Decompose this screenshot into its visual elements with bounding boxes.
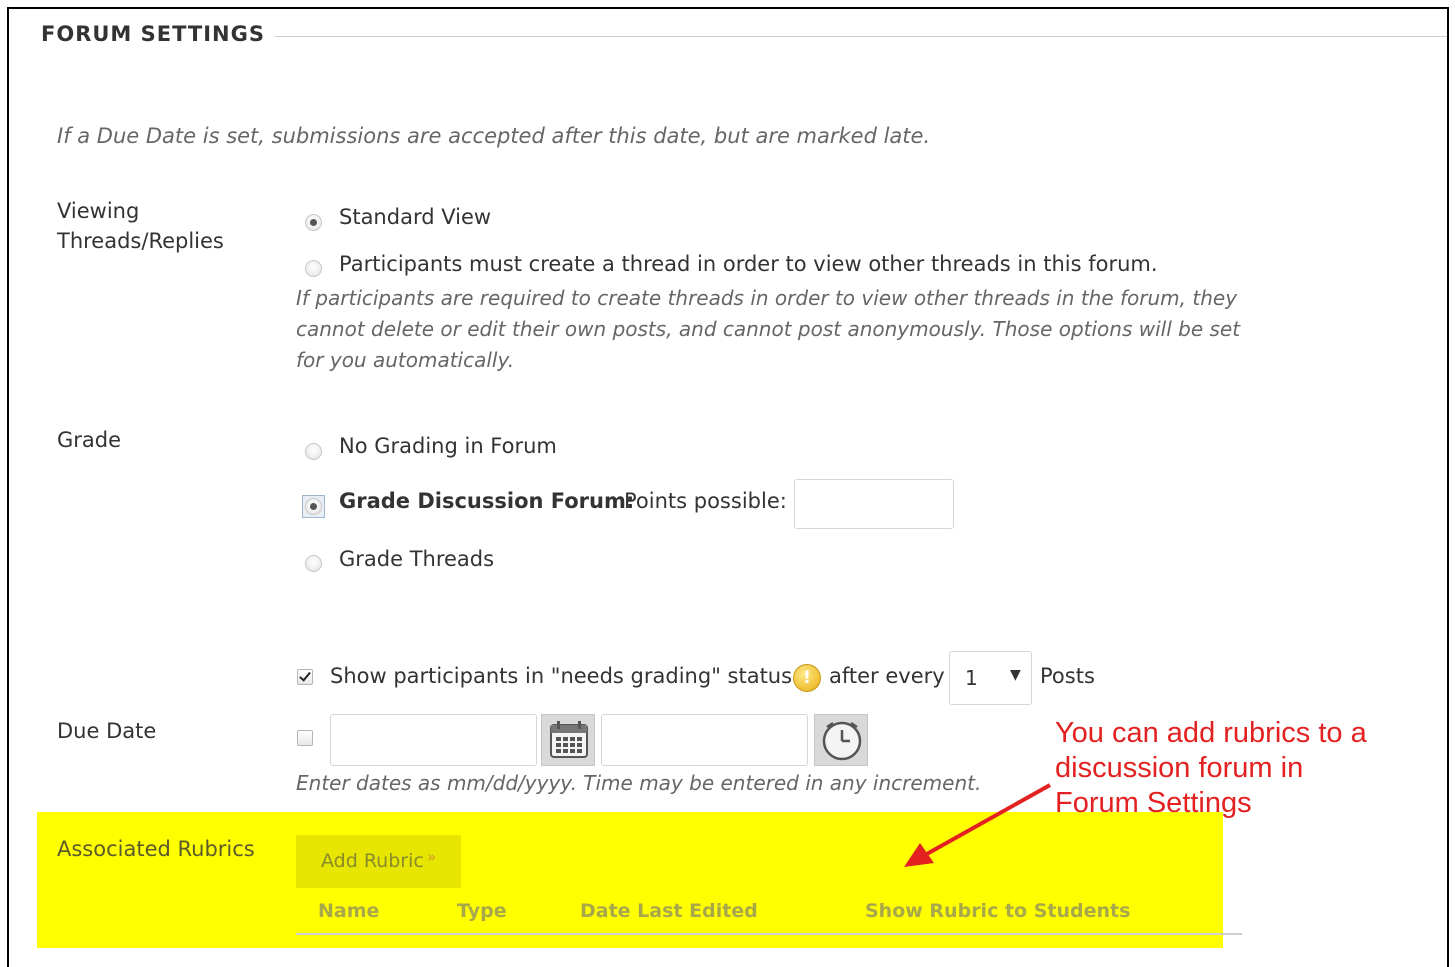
viewing-label-line2: Threads/Replies [57,229,224,253]
column-header-date-last-edited[interactable]: Date Last Edited [580,900,758,922]
section-divider [275,36,1447,37]
dropdown-arrow-icon: ▼ [1010,667,1021,683]
radio-grade-forum[interactable] [305,498,322,515]
annotation-line2: discussion forum in [1055,752,1304,784]
annotation-line3: Forum Settings [1055,787,1252,819]
needs-grading-text: Show participants in "needs grading" sta… [330,664,793,688]
section-title: FORUM SETTINGS [41,22,265,46]
column-header-show-rubric[interactable]: Show Rubric to Students [865,900,1130,922]
chevron-down-icon: » [427,848,437,866]
due-date-note: If a Due Date is set, submissions are ac… [57,124,931,148]
annotation-line1: You can add rubrics to a [1055,717,1367,749]
option-standard-view-label[interactable]: Standard View [339,205,491,229]
option-must-create-thread-label[interactable]: Participants must create a thread in ord… [339,252,1158,276]
clock-button[interactable] [814,714,868,766]
posts-count-select[interactable]: 1 ▼ [949,651,1032,705]
radio-must-create-thread[interactable] [305,260,322,277]
rubrics-table-rule [296,933,1242,935]
points-possible-label: Points possible: [624,489,787,513]
radio-grade-forum-focus[interactable] [302,495,325,518]
viewing-label-line1: Viewing [57,199,140,223]
due-date-checkbox[interactable] [297,730,313,746]
option-no-grading-label[interactable]: No Grading in Forum [339,434,557,458]
viewing-label: Viewing Threads/Replies [57,196,224,256]
points-possible-input[interactable] [794,479,954,529]
needs-grading-checkbox[interactable] [297,669,313,685]
add-rubric-label: Add Rubric [321,850,424,872]
due-date-hint: Enter dates as mm/dd/yyyy. Time may be e… [296,771,982,795]
radio-grade-threads[interactable] [305,555,322,572]
column-header-type[interactable]: Type [457,900,507,922]
grade-label: Grade [57,428,122,452]
radio-no-grading[interactable] [305,443,322,460]
annotation-callout: You can add rubrics to a discussion foru… [1055,716,1415,821]
due-time-input[interactable] [601,714,808,766]
add-rubric-button[interactable]: Add Rubric » [296,835,461,888]
due-date-input[interactable] [330,714,537,766]
posts-label: Posts [1040,664,1095,688]
posts-count-value: 1 [965,666,978,690]
associated-rubrics-label: Associated Rubrics [57,837,255,861]
viewing-help-line3: for you automatically. [296,348,515,372]
after-every-text: after every [829,664,945,688]
calendar-button[interactable] [541,714,595,766]
warning-icon: ! [793,664,821,692]
option-grade-threads-label[interactable]: Grade Threads [339,547,494,571]
column-header-name[interactable]: Name [318,900,379,922]
calendar-icon [550,721,588,758]
clock-icon [822,721,862,761]
option-grade-forum-label[interactable]: Grade Discussion Forum: [339,489,634,513]
radio-standard-view[interactable] [305,214,322,231]
due-date-label: Due Date [57,719,157,743]
viewing-help-line2: cannot delete or edit their own posts, a… [296,317,1241,341]
annotation-arrow-icon [904,783,1051,867]
viewing-help-line1: If participants are required to create t… [296,286,1238,310]
